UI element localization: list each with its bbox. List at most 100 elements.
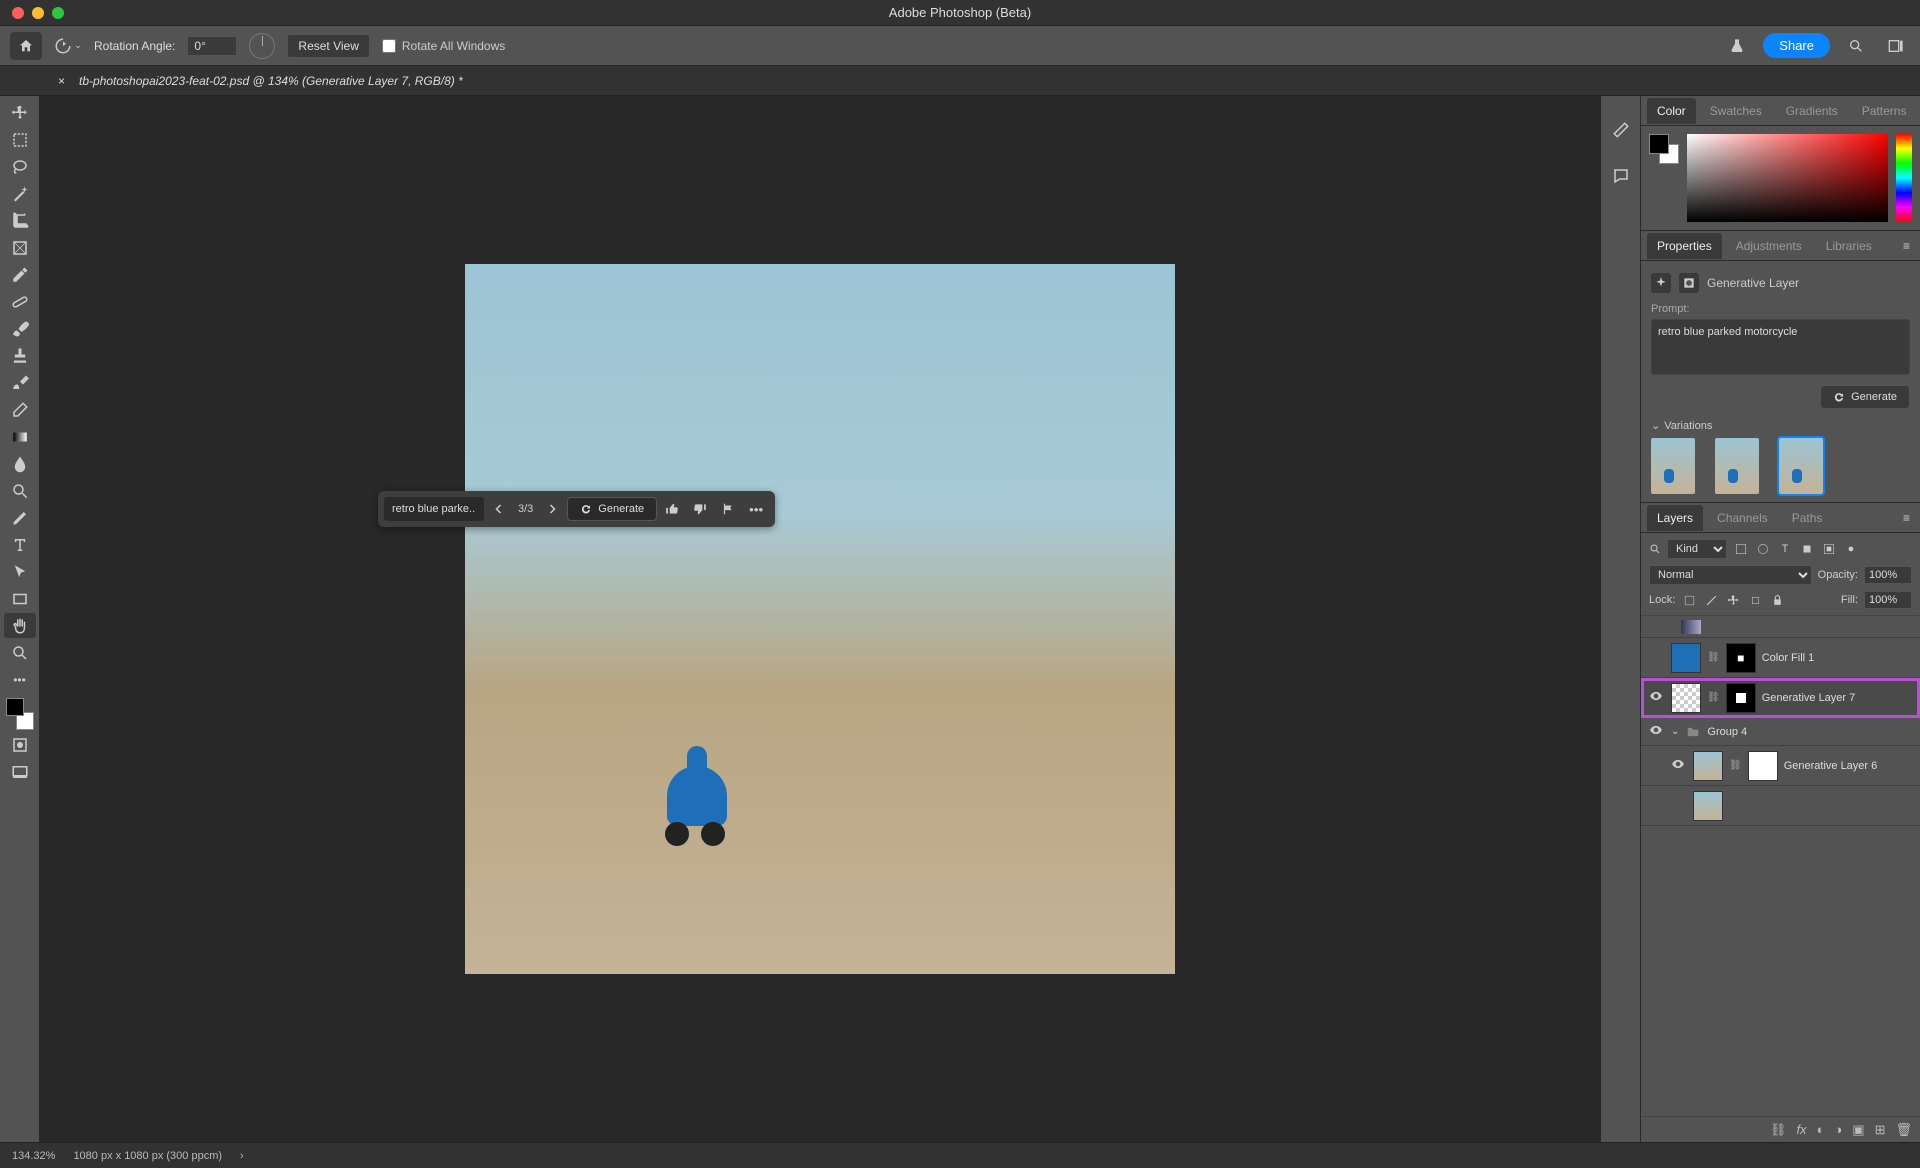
eraser-tool[interactable] bbox=[4, 397, 36, 422]
layer-name[interactable]: Group 4 bbox=[1707, 726, 1747, 738]
zoom-tool[interactable] bbox=[4, 640, 36, 665]
filter-shape-icon[interactable] bbox=[1799, 541, 1815, 557]
foreground-background-colors[interactable] bbox=[4, 698, 36, 730]
opacity-input[interactable] bbox=[1864, 566, 1912, 584]
home-button[interactable] bbox=[10, 32, 42, 60]
quick-mask-toggle[interactable] bbox=[4, 732, 36, 757]
search-button[interactable] bbox=[1842, 32, 1870, 60]
lock-all-button[interactable] bbox=[1769, 592, 1785, 608]
hand-tool[interactable] bbox=[4, 613, 36, 638]
color-field[interactable] bbox=[1687, 134, 1888, 222]
variation-thumb-1[interactable] bbox=[1651, 438, 1695, 494]
tab-paths[interactable]: Paths bbox=[1782, 505, 1833, 531]
lock-transparent-button[interactable] bbox=[1681, 592, 1697, 608]
workspace-switcher[interactable] bbox=[1882, 32, 1910, 60]
rotation-angle-input[interactable] bbox=[187, 36, 237, 56]
new-layer-button[interactable]: ⊞ bbox=[1875, 1122, 1886, 1138]
screen-mode-toggle[interactable] bbox=[4, 759, 36, 784]
layer-thumbnail[interactable] bbox=[1693, 751, 1723, 781]
layer-group-row[interactable]: ⌄ Group 4 bbox=[1641, 718, 1920, 746]
close-tab-button[interactable]: × bbox=[58, 74, 65, 88]
lasso-tool[interactable] bbox=[4, 154, 36, 179]
tab-channels[interactable]: Channels bbox=[1707, 505, 1778, 531]
lock-artboard-button[interactable] bbox=[1747, 592, 1763, 608]
collapsed-panel-2[interactable] bbox=[1607, 162, 1635, 190]
variation-thumb-3[interactable] bbox=[1779, 438, 1823, 494]
layer-link-icon[interactable]: ⛓ bbox=[1707, 652, 1720, 663]
document-tab[interactable]: × tb-photoshopai2023-feat-02.psd @ 134% … bbox=[46, 66, 475, 95]
rotate-all-windows-checkbox[interactable]: Rotate All Windows bbox=[382, 39, 505, 53]
filter-toggle[interactable]: ● bbox=[1843, 541, 1859, 557]
brush-tool[interactable] bbox=[4, 316, 36, 341]
healing-brush-tool[interactable] bbox=[4, 289, 36, 314]
tool-preset-picker[interactable]: ⌄ bbox=[54, 32, 82, 60]
visibility-toggle[interactable] bbox=[1669, 757, 1687, 774]
dodge-tool[interactable] bbox=[4, 478, 36, 503]
thumbs-up-button[interactable] bbox=[659, 496, 685, 522]
variations-header[interactable]: ⌄ Variations bbox=[1651, 419, 1910, 432]
gradient-tool[interactable] bbox=[4, 424, 36, 449]
blur-tool[interactable] bbox=[4, 451, 36, 476]
layer-mask-button[interactable]: ◐ bbox=[1817, 1122, 1825, 1137]
layer-name[interactable]: Generative Layer 6 bbox=[1784, 760, 1878, 772]
tab-patterns[interactable]: Patterns bbox=[1852, 98, 1917, 124]
color-swatch-pair[interactable] bbox=[1649, 134, 1679, 164]
link-layers-button[interactable]: ⛓ bbox=[1770, 1122, 1787, 1138]
layer-thumbnail[interactable] bbox=[1693, 791, 1723, 821]
layer-row-selected[interactable]: ⛓ Generative Layer 7 bbox=[1641, 678, 1920, 718]
lock-image-button[interactable] bbox=[1703, 592, 1719, 608]
clone-stamp-tool[interactable] bbox=[4, 343, 36, 368]
visibility-toggle[interactable] bbox=[1647, 723, 1665, 740]
layer-link-icon[interactable]: ⛓ bbox=[1707, 692, 1720, 703]
properties-generate-button[interactable]: Generate bbox=[1820, 385, 1910, 409]
layer-mask-thumbnail[interactable]: ■ bbox=[1726, 643, 1756, 673]
beaker-button[interactable] bbox=[1723, 32, 1751, 60]
hue-slider[interactable] bbox=[1896, 134, 1912, 222]
layer-row[interactable]: ⛓ Generative Layer 6 bbox=[1641, 746, 1920, 786]
share-button[interactable]: Share bbox=[1763, 33, 1830, 58]
layer-link-icon[interactable]: ⛓ bbox=[1729, 760, 1742, 771]
fill-input[interactable] bbox=[1864, 591, 1912, 609]
rotation-dial[interactable] bbox=[249, 33, 275, 59]
layer-row[interactable] bbox=[1641, 616, 1920, 638]
prev-variation-button[interactable] bbox=[486, 496, 512, 522]
rectangle-tool[interactable] bbox=[4, 586, 36, 611]
new-group-button[interactable]: ▣ bbox=[1852, 1122, 1864, 1138]
path-selection-tool[interactable] bbox=[4, 559, 36, 584]
tab-gradients[interactable]: Gradients bbox=[1776, 98, 1848, 124]
layers-panel-menu[interactable]: ≡ bbox=[1899, 511, 1914, 525]
variation-thumb-2[interactable] bbox=[1715, 438, 1759, 494]
lock-position-button[interactable] bbox=[1725, 592, 1741, 608]
chevron-down-icon[interactable]: ⌄ bbox=[1671, 726, 1679, 737]
generate-button[interactable]: Generate bbox=[567, 497, 657, 521]
properties-panel-menu[interactable]: ≡ bbox=[1899, 239, 1914, 253]
rotate-all-checkbox-input[interactable] bbox=[382, 39, 396, 53]
frame-tool[interactable] bbox=[4, 235, 36, 260]
visibility-toggle[interactable] bbox=[1647, 689, 1665, 706]
adjustment-layer-button[interactable]: ◑ bbox=[1834, 1122, 1842, 1137]
blend-mode-select[interactable]: Normal bbox=[1649, 565, 1812, 585]
layer-style-button[interactable]: fx bbox=[1796, 1122, 1806, 1137]
tab-libraries[interactable]: Libraries bbox=[1816, 233, 1882, 259]
layer-thumbnail[interactable] bbox=[1671, 683, 1701, 713]
document-canvas[interactable] bbox=[465, 264, 1175, 974]
history-brush-tool[interactable] bbox=[4, 370, 36, 395]
next-variation-button[interactable] bbox=[539, 496, 565, 522]
layer-row[interactable]: ⛓ ■ Color Fill 1 bbox=[1641, 638, 1920, 678]
pen-tool[interactable] bbox=[4, 505, 36, 530]
zoom-level[interactable]: 134.32% bbox=[12, 1150, 55, 1162]
layer-filter-select[interactable]: Kind bbox=[1667, 539, 1727, 559]
status-chevron[interactable]: › bbox=[240, 1150, 244, 1162]
filter-smart-icon[interactable] bbox=[1821, 541, 1837, 557]
foreground-color-swatch[interactable] bbox=[6, 698, 24, 716]
layer-thumbnail[interactable] bbox=[1671, 643, 1701, 673]
filter-type-icon[interactable]: T bbox=[1777, 541, 1793, 557]
collapsed-panel-1[interactable] bbox=[1607, 116, 1635, 144]
maximize-window-button[interactable] bbox=[52, 7, 64, 19]
more-options-button[interactable]: ••• bbox=[743, 496, 769, 522]
layer-row[interactable] bbox=[1641, 786, 1920, 826]
tab-color[interactable]: Color bbox=[1647, 98, 1696, 124]
tab-layers[interactable]: Layers bbox=[1647, 505, 1703, 531]
eyedropper-tool[interactable] bbox=[4, 262, 36, 287]
filter-adjustment-icon[interactable] bbox=[1755, 541, 1771, 557]
